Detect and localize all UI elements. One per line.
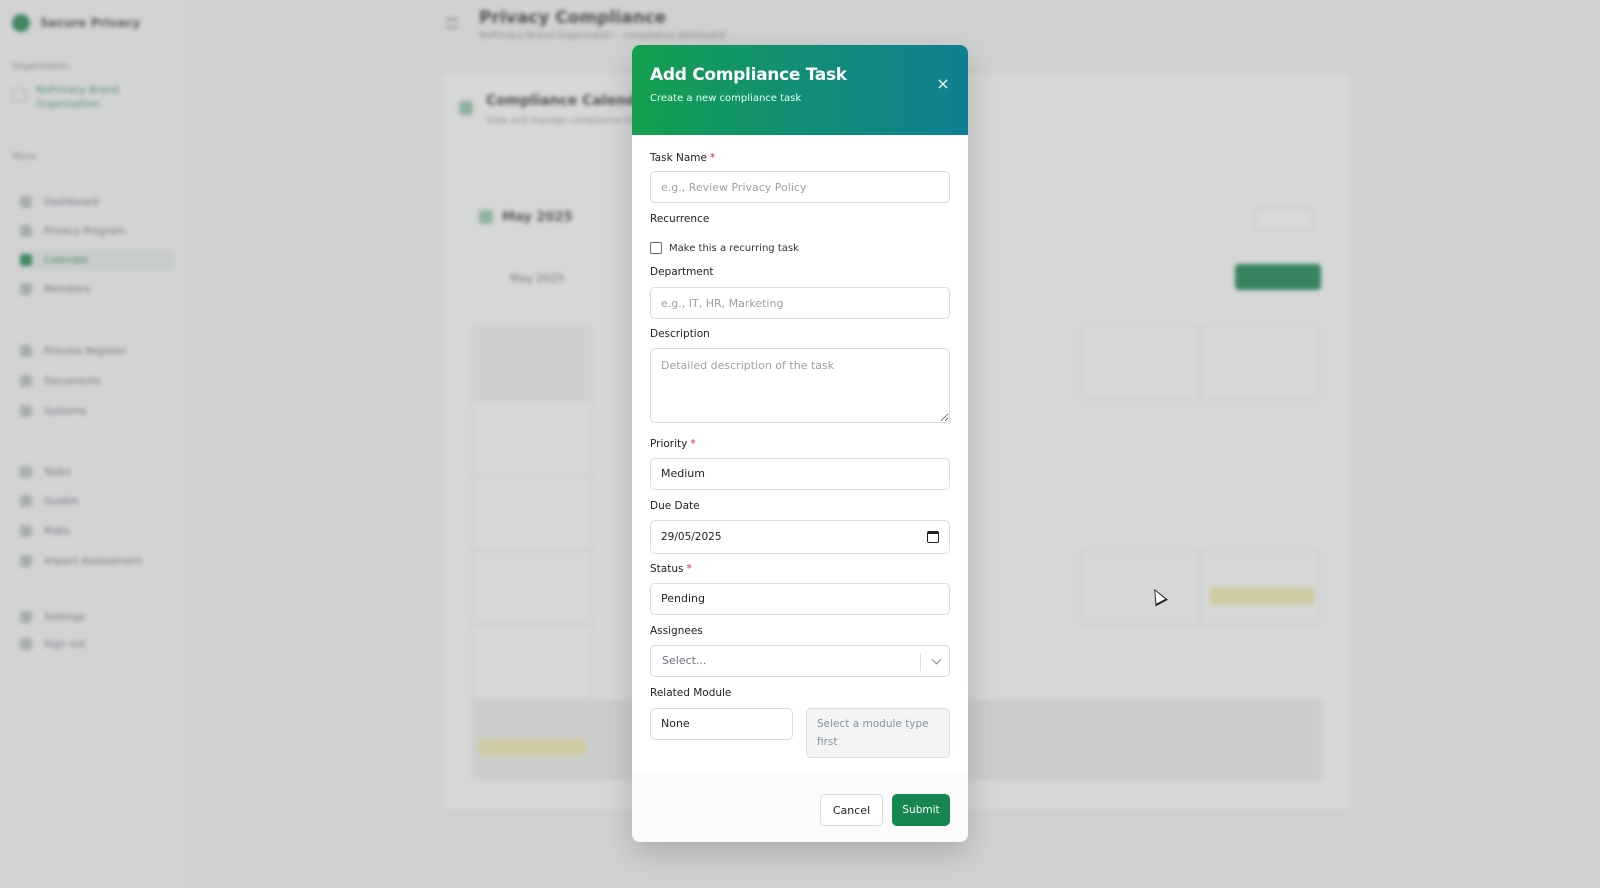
add-task-modal: Add Compliance Task Create a new complia…	[632, 45, 968, 842]
close-icon[interactable]: ×	[934, 75, 952, 93]
recurring-checkbox[interactable]	[650, 242, 662, 254]
label-text: Status	[650, 563, 684, 575]
separator	[920, 653, 921, 671]
description-label: Description	[650, 328, 710, 340]
department-input[interactable]	[650, 287, 950, 319]
modal-title: Add Compliance Task	[650, 65, 847, 85]
assignees-placeholder: Select...	[662, 654, 707, 667]
description-textarea[interactable]	[650, 348, 950, 423]
recurrence-label: Recurrence	[650, 213, 710, 225]
status-label: Status *	[650, 563, 692, 575]
task-name-input[interactable]	[650, 171, 950, 203]
cancel-button[interactable]: Cancel	[820, 794, 883, 826]
department-label: Department	[650, 266, 714, 278]
task-name-label: Task Name *	[650, 152, 715, 164]
required-mark: *	[690, 438, 696, 450]
modal-header: Add Compliance Task Create a new complia…	[632, 45, 968, 135]
module-type-select[interactable]: None	[650, 708, 793, 740]
modal-subtitle: Create a new compliance task	[650, 93, 802, 104]
module-item-select: Select a module type first	[806, 708, 950, 758]
label-text: Task Name	[650, 152, 707, 164]
due-date-input[interactable]: 29/05/2025	[650, 520, 950, 554]
recurring-checkbox-row[interactable]: Make this a recurring task	[650, 242, 799, 254]
chevron-down-icon[interactable]	[931, 654, 942, 665]
required-mark: *	[686, 563, 692, 575]
priority-select[interactable]: Medium	[650, 458, 950, 490]
due-date-label: Due Date	[650, 500, 700, 512]
label-text: Priority	[650, 438, 688, 450]
recurring-checkbox-label[interactable]: Make this a recurring task	[669, 243, 799, 254]
status-select[interactable]: Pending	[650, 583, 950, 615]
calendar-icon[interactable]	[927, 531, 939, 543]
submit-button[interactable]: Submit	[892, 794, 950, 826]
required-mark: *	[709, 152, 716, 164]
assignees-label: Assignees	[650, 625, 703, 637]
related-module-label: Related Module	[650, 687, 732, 699]
priority-label: Priority *	[650, 438, 696, 450]
due-date-value: 29/05/2025	[661, 531, 722, 543]
assignees-select[interactable]: Select...	[650, 645, 950, 677]
